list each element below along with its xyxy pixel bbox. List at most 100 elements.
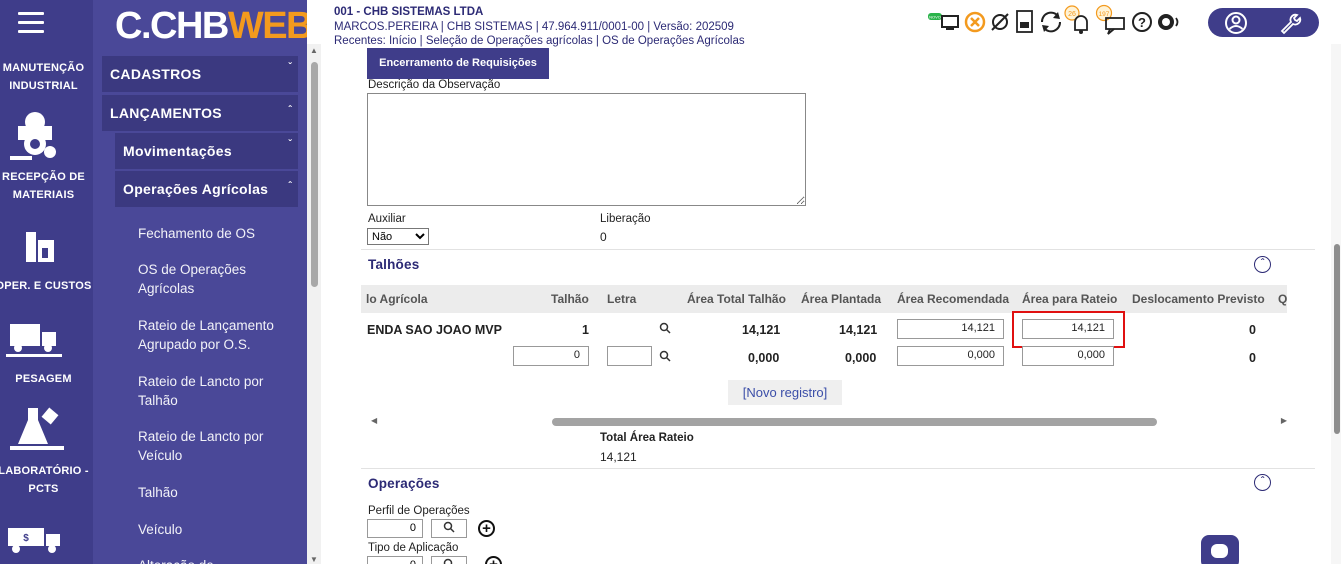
menu-item-fechamento-os[interactable]: Fechamento de OS [138,224,303,243]
badge-197-text: 197 [1099,11,1110,18]
menu-item-os-operacoes[interactable]: OS de Operações Agrícolas [138,260,303,298]
lab-flask-icon[interactable] [8,404,64,452]
notification-26-badge[interactable]: 26 [1059,4,1093,41]
rail-label: RECEPÇÃO DE [2,171,85,183]
company-name: 001 - CHB SISTEMAS LTDA [334,6,484,18]
menu-item-rateio-veiculo[interactable]: Rateio de Lancto por Veículo [138,427,303,465]
rail-item-manutencao[interactable]: MANUTENÇÃO INDUSTRIAL [0,59,93,95]
rail-item-oper-custos[interactable]: OPER. E CUSTOS [0,277,93,295]
novo-badge-text: NOVO [929,15,941,20]
row2-area-rateio-input[interactable]: 0,000 [1022,346,1114,366]
chbweb-logo[interactable]: C.CHBWEB [115,5,307,48]
hamburger-menu-icon[interactable] [18,12,44,39]
rail-item-recepcao[interactable]: RECEPÇÃO DE MATERIAIS [0,168,93,204]
tipo-aplicacao-label: Tipo de Aplicação [368,542,459,554]
row2-letra-search-icon[interactable] [659,350,671,365]
wrench-settings-icon[interactable] [1278,11,1302,35]
auxiliar-select[interactable]: Não [367,228,429,245]
company-info: 001 - CHB SISTEMAS LTDA MARCOS.PEREIRA |… [334,5,745,49]
menu-item-rateio-talhao[interactable]: Rateio de Lancto por Talhão [138,372,303,410]
chevron-up-icon: ˆ [288,181,292,192]
descricao-observacao-textarea[interactable] [367,93,806,206]
scroll-up-arrow-icon[interactable]: ▲ [310,46,318,55]
chevron-down-icon: ˇ [288,62,292,73]
money-truck-icon[interactable]: $ [6,526,62,554]
col-area-rateio[interactable]: Área para Rateio [1022,285,1117,313]
tipo-search-button[interactable] [431,556,467,564]
logo-prefix: C. [115,5,152,47]
auxiliar-label: Auxiliar [368,213,406,225]
search-icon [443,558,453,564]
chevron-up-icon: ˆ [288,105,292,116]
page-scrollbar[interactable] [1331,44,1341,564]
user-settings-pill [1208,8,1319,37]
add-perfil-icon[interactable]: + [478,520,495,537]
menu-item-rateio-agrupado[interactable]: Rateio de Lançamento Agrupado por O.S. [138,316,303,354]
menu-cadastros[interactable]: CADASTROS ˇ [102,56,298,92]
talhoes-title: Talhões [368,257,420,272]
liberacao-value: 0 [600,230,607,244]
voice-assistant-icon[interactable] [1156,10,1182,39]
menu-operacoes-label: Operações Agrícolas [123,181,269,197]
tipo-aplicacao-input[interactable]: 0 [367,556,423,564]
col-letra[interactable]: Letra [607,285,636,313]
table-horizontal-scrollbar[interactable]: ◀ ▶ [369,416,1287,428]
menu-item-talhao[interactable]: Talhão [138,483,303,502]
row2-letra-input[interactable] [607,346,652,366]
novo-registro-button[interactable]: [Novo registro] [728,380,842,405]
help-icon[interactable]: ? [1130,10,1154,39]
empty-set-icon[interactable] [988,10,1012,39]
col-area-recomendada[interactable]: Área Recomendada [897,285,1009,313]
truck-scale-icon[interactable] [6,322,62,358]
rail-label: PESAGEM [15,373,72,385]
total-area-rateio-value: 14,121 [600,450,637,464]
messages-197-badge[interactable]: 197 [1092,4,1128,41]
col-deslocamento[interactable]: Deslocamento Previsto [1132,285,1265,313]
novo-monitor-icon[interactable]: NOVO [928,10,962,39]
scroll-left-arrow-icon[interactable]: ◀ [371,416,377,425]
menu-scrollbar[interactable]: ▲ ▼ [307,44,321,564]
scroll-right-arrow-icon[interactable]: ▶ [1281,416,1287,425]
scroll-down-arrow-icon[interactable]: ▼ [310,555,318,564]
total-area-rateio-label: Total Área Rateio [600,432,694,444]
operacoes-collapse-icon[interactable]: ˆ [1254,474,1271,491]
chat-button[interactable] [1201,535,1239,564]
col-area-plantada[interactable]: Área Plantada [801,285,881,313]
menu-movimentacoes[interactable]: Movimentações ˇ [115,133,298,169]
document-icon[interactable] [1015,10,1035,39]
row2-area-recomendada-input[interactable]: 0,000 [897,346,1004,366]
talhoes-collapse-icon[interactable]: ˆ [1254,256,1271,273]
scrollbar-thumb[interactable] [311,62,318,287]
menu-item-veiculo[interactable]: Veículo [138,520,303,539]
row1-letra-search-icon[interactable] [659,322,671,337]
tractor-gear-icon[interactable] [8,108,62,164]
col-talhao[interactable]: Talhão [551,285,589,313]
menu-operacoes-agricolas[interactable]: Operações Agrícolas ˆ [115,171,298,207]
add-tipo-icon[interactable]: + [485,556,502,564]
user-profile-icon[interactable] [1224,11,1248,35]
operacoes-divider [361,468,1315,469]
page-scrollbar-thumb[interactable] [1334,244,1340,434]
talhoes-divider [361,249,1315,250]
rail-label: INDUSTRIAL [9,80,78,92]
perfil-search-button[interactable] [431,519,467,538]
perfil-operacoes-input[interactable]: 0 [367,519,423,538]
rail-item-laboratorio[interactable]: LABORATÓRIO - PCTS [0,462,93,498]
encerramento-requisicoes-button[interactable]: Encerramento de Requisições [367,48,549,79]
rail-item-pesagem[interactable]: PESAGEM [0,370,93,388]
menu-lancamentos[interactable]: LANÇAMENTOS ˆ [102,95,298,131]
row1-talhao: 1 [582,323,589,337]
silo-icon[interactable] [24,226,56,264]
col-fazenda[interactable]: lo Agrícola [366,285,428,313]
horizontal-scrollbar-thumb[interactable] [552,418,1157,426]
col-area-total[interactable]: Área Total Talhão [687,285,786,313]
menu-item-alteracao[interactable]: Alteração de [138,556,303,564]
row2-talhao-input[interactable]: 0 [513,346,589,366]
badge-26-text: 26 [1068,11,1076,18]
row1-area-recomendada-input[interactable]: 14,121 [897,319,1004,339]
operacoes-title: Operações [368,476,440,491]
main-content: Encerramento de Requisições Descrição da… [321,44,1331,564]
col-q[interactable]: Q [1278,285,1287,313]
top-header: 001 - CHB SISTEMAS LTDA MARCOS.PEREIRA |… [321,0,1341,48]
cancel-circle-icon[interactable] [963,10,987,39]
